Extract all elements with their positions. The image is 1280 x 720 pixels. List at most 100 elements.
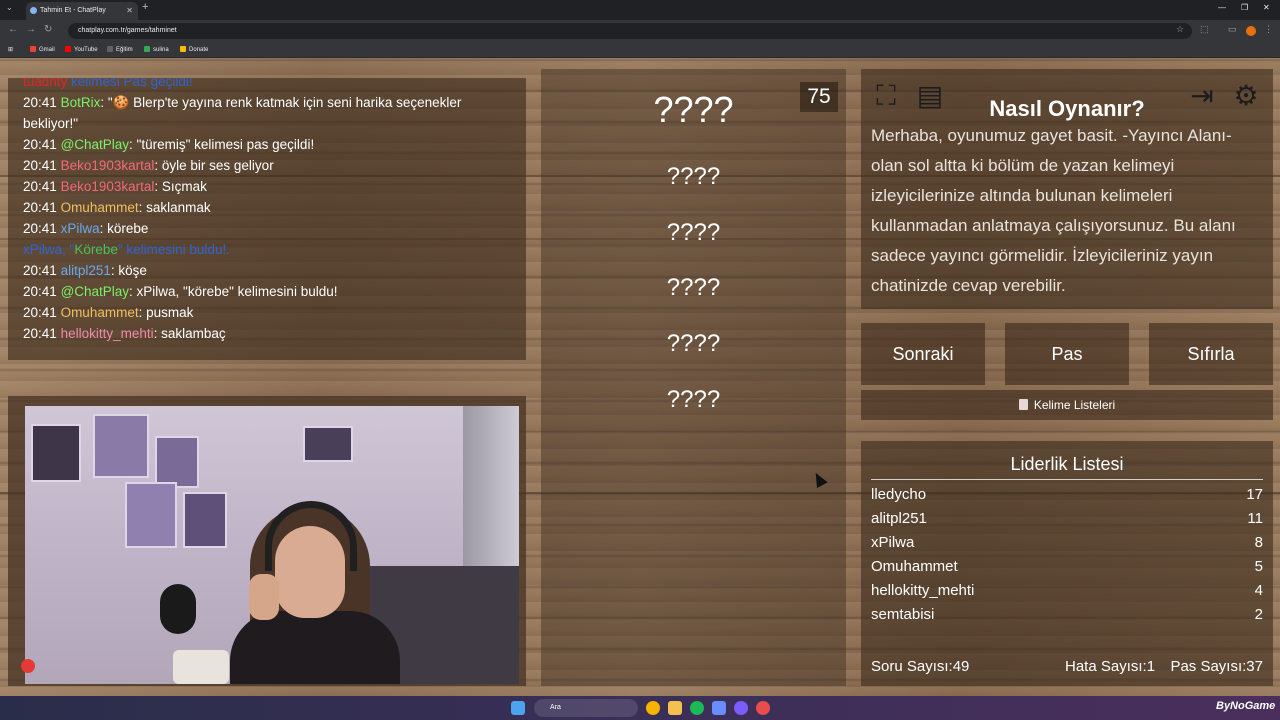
leaderboard-panel: Liderlik Listesi lledycho 17 alitpl251 11 … [861, 441, 1273, 686]
profile-avatar[interactable] [1246, 26, 1256, 36]
reset-button[interactable]: Sıfırla [1149, 323, 1273, 385]
pass-button[interactable]: Pas [1005, 323, 1129, 385]
forbidden-word: ???? [666, 274, 721, 301]
taskbar-search[interactable]: Ara [534, 699, 638, 717]
bookmarks-bar: ⊞ Gmail YouTube Eğitim sulina Donate [0, 42, 1280, 58]
cast-icon[interactable]: ▭ [1228, 24, 1237, 35]
poster [303, 426, 353, 462]
spotify-icon[interactable] [690, 701, 704, 715]
error-count: Hata Sayısı:1 [1065, 658, 1156, 675]
chat-message: 20:41 @ChatPlay: xPilwa, "körebe" kelime… [23, 281, 511, 302]
streamer-body [230, 611, 400, 684]
extensions-icon[interactable]: ⬚ [1200, 24, 1209, 35]
chat-text: : saklambaç [153, 326, 226, 341]
chat-text: : Sıçmak [154, 179, 207, 194]
chat-text: 20:41 [23, 326, 57, 341]
tray-label: ByNoGame [1216, 700, 1276, 712]
webcam-feed [25, 406, 519, 684]
poster [93, 414, 149, 478]
notebook-icon [1018, 399, 1028, 410]
bookmark-egitim[interactable]: Eğitim [107, 45, 133, 55]
bookmark-sulina[interactable]: sulina [144, 45, 169, 55]
bookmark-youtube[interactable]: YouTube [65, 45, 98, 55]
chat-text: : saklanmak [138, 200, 211, 215]
youtube-icon [65, 46, 71, 53]
chat-message: 20:41 @ChatPlay: "türemiş" kelimesi pas … [23, 134, 511, 155]
chat-text: 20:41 [23, 263, 57, 278]
chat-text: Beko1903kartal [60, 158, 155, 173]
chat-message: 20:41 Omuhammet: saklanmak [23, 197, 511, 218]
chat-text: : pusmak [138, 305, 194, 320]
chat-message: 20:41 alitpl251: köşe [23, 260, 511, 281]
gear-icon[interactable]: ⚙ [1229, 79, 1263, 113]
browser-tab[interactable]: Tahmin Et - ChatPlay ✕ [26, 2, 138, 20]
chat-message: 20:41 Beko1903kartal: Sıçmak [23, 176, 511, 197]
forbidden-word: ???? [666, 219, 721, 246]
forward-icon[interactable]: → [26, 24, 36, 35]
chat-text: 20:41 [23, 158, 57, 173]
bookmark-donate[interactable]: Donate [180, 45, 208, 55]
chat-text: 20:41 [23, 95, 57, 110]
forbidden-word: ???? [666, 163, 721, 190]
chat-message: 20:41 Beko1903kartal: öyle bir ses geliy… [23, 155, 511, 176]
menu-icon[interactable]: ⋮ [1264, 24, 1273, 35]
speaker [160, 584, 196, 634]
chat-text: alitpl251 [60, 263, 111, 278]
game-page: tuadnty kelimesi Pas geçildi! 20:41 BotR… [0, 58, 1280, 696]
pass-count: Pas Sayısı:37 [1170, 658, 1263, 675]
leaderboard-row: hellokitty_mehti 4 [871, 582, 1263, 599]
apps-icon[interactable]: ⊞ [8, 45, 13, 55]
word-lists-button[interactable]: Kelime Listeleri [861, 390, 1273, 420]
file-explorer-icon[interactable] [668, 701, 682, 715]
reload-icon[interactable]: ↻ [44, 24, 52, 35]
webcam-panel [8, 396, 526, 686]
star-icon[interactable]: ☆ [1176, 24, 1184, 35]
poster [125, 482, 177, 548]
chat-text: xPilwa [60, 221, 100, 236]
back-icon[interactable]: ← [8, 24, 18, 35]
chat-text: 20:41 [23, 137, 57, 152]
chat-text: 20:41 [23, 305, 57, 320]
chat-text: hellokitty_mehti [60, 326, 154, 341]
close-window-icon[interactable]: ✕ [1263, 3, 1270, 12]
donate-icon [180, 46, 186, 53]
chat-text: : körebe [99, 221, 149, 236]
gmail-icon [30, 46, 36, 53]
folder-icon [107, 46, 113, 53]
next-button[interactable]: Sonraki [861, 323, 985, 385]
app-icon[interactable] [756, 701, 770, 715]
leaderboard-row: xPilwa 8 [871, 534, 1263, 551]
chat-text: : "türemiş" kelimesi pas geçildi! [129, 137, 315, 152]
chat-text: 20:41 [23, 179, 57, 194]
record-icon [21, 659, 35, 673]
url-text: chatplay.com.tr/games/tahminet [78, 27, 177, 34]
chat-text: 20:41 [23, 284, 57, 299]
leaderboard-title: Liderlik Listesi [871, 454, 1263, 480]
chat-text: @ChatPlay [60, 137, 130, 152]
new-tab-icon[interactable]: + [142, 1, 148, 13]
minimize-icon[interactable]: — [1218, 3, 1226, 12]
forbidden-word: ???? [666, 330, 721, 357]
windows-start-icon[interactable] [511, 701, 525, 715]
tab-search-icon[interactable]: ⌄ [6, 3, 13, 12]
address-bar[interactable]: chatplay.com.tr/games/tahminet [68, 23, 1192, 39]
chat-text: Omuhammet [60, 305, 139, 320]
discord-icon[interactable] [734, 701, 748, 715]
streamer-hand [249, 574, 279, 620]
leaderboard-row: alitpl251 11 [871, 510, 1263, 527]
chat-message-partial: tuadnty kelimesi Pas geçildi! [23, 78, 193, 89]
browser-toolbar: ← → ↻ chatplay.com.tr/games/tahminet ☆ ⬚… [0, 20, 1280, 42]
chrome-icon[interactable] [646, 701, 660, 715]
chat-message: 20:41 hellokitty_mehti: saklambaç [23, 323, 511, 344]
poster [155, 436, 199, 488]
browser-tab-bar: ⌄ Tahmin Et - ChatPlay ✕ + — ❐ ✕ [0, 0, 1280, 20]
chat-message: 20:41 BotRix: "🍪 Blerp'te yayına renk ka… [23, 92, 511, 134]
exit-icon[interactable]: ⇥ [1185, 79, 1219, 113]
maximize-icon[interactable]: ❐ [1241, 3, 1248, 12]
bookmark-gmail[interactable]: Gmail [30, 45, 55, 55]
leaderboard-row: Omuhammet 5 [871, 558, 1263, 575]
close-tab-icon[interactable]: ✕ [126, 2, 133, 20]
chat-message: 20:41 Omuhammet: pusmak [23, 302, 511, 323]
app-icon[interactable] [712, 701, 726, 715]
mug [173, 650, 229, 684]
